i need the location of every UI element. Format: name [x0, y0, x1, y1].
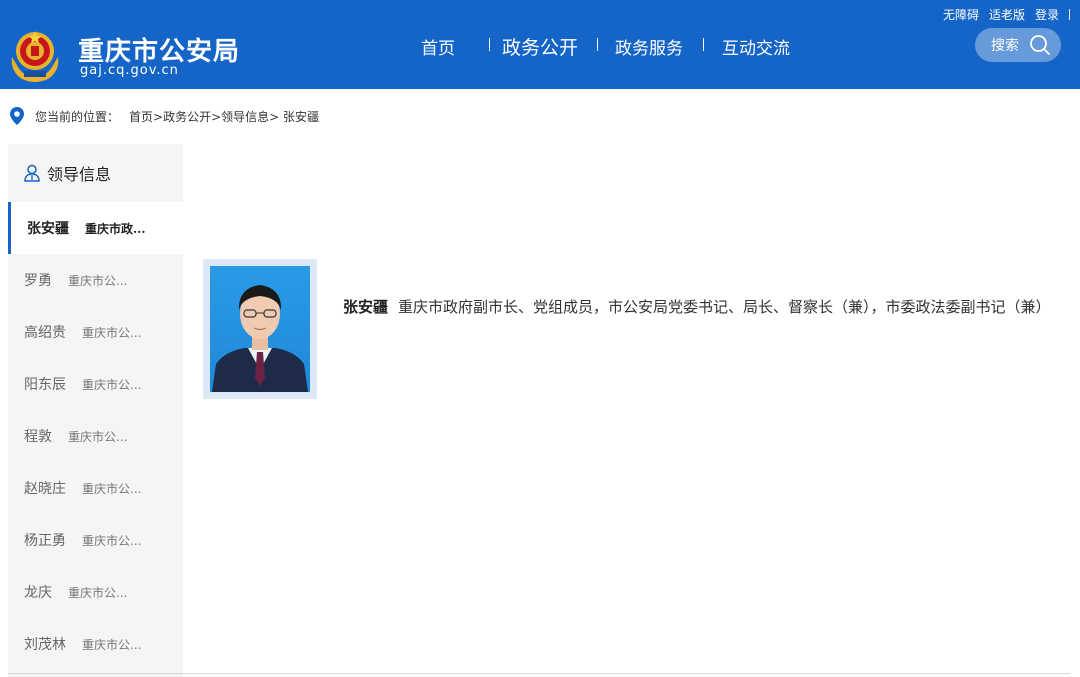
sidebar-item-leader[interactable]: 阳东辰 重庆市公... — [8, 358, 183, 410]
leader-title: 重庆市公... — [68, 429, 128, 444]
sidebar-title: 领导信息 — [47, 165, 112, 184]
leader-name: 高绍贵 — [24, 325, 66, 341]
nav-home[interactable]: 首页 — [421, 34, 455, 59]
leader-name: 赵晓庄 — [24, 481, 66, 497]
leader-title: 重庆市公... — [82, 325, 142, 340]
breadcrumb-current: > 张安疆 — [269, 109, 320, 124]
leader-title: 重庆市公... — [82, 481, 142, 496]
sidebar-header: 领导信息 — [8, 144, 183, 202]
sidebar-item-leader[interactable]: 龙庆 重庆市公... — [8, 566, 183, 618]
breadcrumb-home[interactable]: 首页 — [129, 108, 153, 125]
search-icon — [1030, 35, 1050, 55]
leader-bio-name: 张安疆 — [343, 298, 389, 316]
site-header: 重庆市公安局 gaj.cq.gov.cn 无障碍 适老版 登录 首页 政务公开 … — [0, 0, 1080, 89]
leader-name: 杨正勇 — [24, 533, 66, 549]
leader-name: 刘茂林 — [24, 637, 66, 653]
nav-government-affairs[interactable]: 政务公开 — [502, 33, 578, 60]
leader-user-icon — [24, 164, 40, 182]
search-label: 搜索 — [991, 38, 1019, 54]
nav-interaction[interactable]: 互动交流 — [722, 34, 790, 59]
nav-government-services[interactable]: 政务服务 — [615, 34, 683, 59]
sidebar: 领导信息 张安疆 重庆市政... 罗勇 重庆市公... 高绍贵 重庆市公... … — [8, 144, 183, 677]
leader-bio: 张安疆 重庆市政府副市长、党组成员，市公安局党委书记、局长、督察长（兼），市委政法… — [343, 288, 1063, 326]
sidebar-item-leader[interactable]: 张安疆 重庆市政... — [8, 202, 183, 254]
nav-divider — [489, 38, 490, 51]
leader-name: 龙庆 — [24, 585, 52, 601]
breadcrumb-leader-info[interactable]: >领导信息 — [211, 108, 269, 125]
leader-photo-frame — [203, 259, 317, 399]
search-button[interactable]: 搜索 — [975, 28, 1061, 62]
breadcrumb: 您当前的位置： 首页 >政务公开 >领导信息 > 张安疆 — [10, 106, 319, 126]
leader-portrait — [210, 266, 310, 392]
leader-title: 重庆市公... — [82, 377, 142, 392]
breadcrumb-prefix: 您当前的位置： — [35, 109, 120, 124]
leader-title: 重庆市公... — [68, 585, 128, 600]
leader-bio-description: 重庆市政府副市长、党组成员，市公安局党委书记、局长、督察长（兼），市委政法委副书… — [398, 298, 1051, 316]
sidebar-item-leader[interactable]: 罗勇 重庆市公... — [8, 254, 183, 306]
leader-title: 重庆市公... — [82, 533, 142, 548]
leader-title: 重庆市公... — [68, 273, 128, 288]
sidebar-item-leader[interactable]: 赵晓庄 重庆市公... — [8, 462, 183, 514]
breadcrumb-government-affairs[interactable]: >政务公开 — [153, 108, 211, 125]
nav-divider — [703, 38, 704, 51]
sidebar-item-leader[interactable]: 刘茂林 重庆市公... — [8, 618, 183, 670]
leader-name: 阳东辰 — [24, 377, 66, 393]
sidebar-item-leader[interactable]: 程敦 重庆市公... — [8, 410, 183, 462]
leader-title: 重庆市公... — [82, 637, 142, 652]
leader-name: 罗勇 — [24, 273, 52, 289]
sidebar-item-leader[interactable]: 杨正勇 重庆市公... — [8, 514, 183, 566]
leader-name: 张安疆 — [27, 221, 69, 237]
leader-title: 重庆市政... — [85, 221, 146, 236]
location-pin-icon — [10, 107, 24, 125]
content-divider — [8, 673, 1070, 674]
main-nav: 首页 政务公开 政务服务 互动交流 — [0, 0, 1080, 89]
sidebar-item-leader[interactable]: 高绍贵 重庆市公... — [8, 306, 183, 358]
leader-name: 程敦 — [24, 429, 52, 445]
nav-divider — [597, 38, 598, 51]
